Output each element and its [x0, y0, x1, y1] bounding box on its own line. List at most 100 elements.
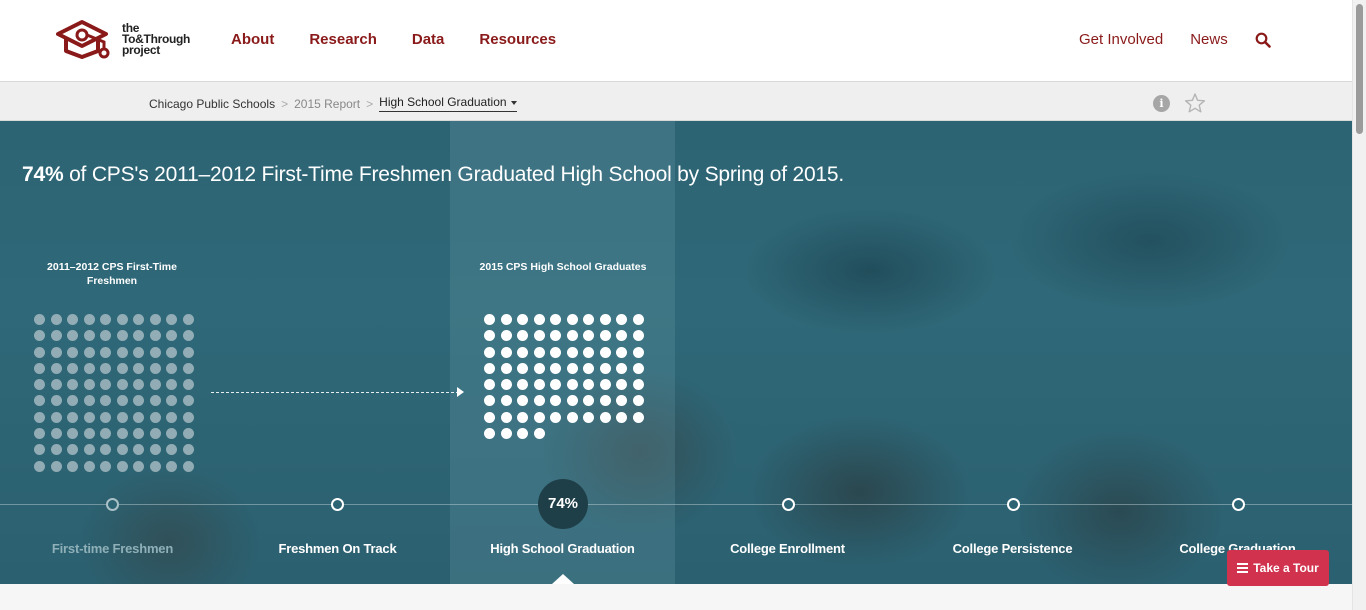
breadcrumb-item[interactable]: 2015 Report: [294, 97, 360, 111]
person-dot: [34, 411, 45, 423]
person-dot: [517, 395, 528, 407]
search-icon[interactable]: [1255, 32, 1271, 48]
page-bottom: [0, 584, 1352, 610]
timeline-step-label[interactable]: College Enrollment: [675, 541, 900, 556]
person-dot: [632, 362, 644, 374]
page-scrollbar[interactable]: [1352, 0, 1366, 610]
person-dot: [116, 395, 128, 407]
person-dot: [83, 460, 95, 472]
breadcrumb-separator: >: [366, 96, 374, 111]
person-dot: [166, 346, 177, 358]
timeline-active-value[interactable]: 74%: [538, 479, 588, 529]
person-dot: [67, 346, 78, 358]
page-title: 74% of CPS's 2011–2012 First-Time Freshm…: [22, 163, 844, 187]
person-dot: [500, 379, 512, 391]
person-dot: [484, 314, 495, 325]
person-dot: [34, 460, 45, 472]
person-dot: [517, 379, 528, 391]
person-dot: [550, 395, 561, 407]
person-dot: [100, 444, 111, 456]
person-dot: [83, 395, 95, 407]
person-dot: [616, 362, 627, 374]
person-dot: [100, 395, 111, 407]
nav-data[interactable]: Data: [412, 31, 445, 48]
breadcrumb-current-dropdown[interactable]: High School Graduation: [379, 95, 517, 112]
person-dot: [116, 379, 128, 391]
person-dot: [533, 411, 545, 423]
person-dot: [34, 428, 45, 440]
person-dot: [632, 314, 644, 325]
person-dot: [50, 330, 62, 342]
person-dot: [166, 379, 177, 391]
breadcrumb-bar: Chicago Public Schools > 2015 Report > H…: [0, 82, 1352, 121]
main-nav: About Research Data Resources: [231, 31, 556, 48]
star-icon[interactable]: [1184, 92, 1206, 114]
nav-research[interactable]: Research: [309, 31, 377, 48]
person-dot: [166, 395, 177, 407]
timeline-node-persistence[interactable]: [1007, 498, 1020, 511]
person-dot: [67, 330, 78, 342]
person-dot: [517, 314, 528, 325]
person-dot: [50, 428, 62, 440]
person-dot: [517, 330, 528, 342]
person-dot: [616, 330, 627, 342]
person-dot: [83, 314, 95, 325]
timeline-node-graduation[interactable]: [1232, 498, 1245, 511]
timeline-node-freshmen[interactable]: [106, 498, 119, 511]
person-dot: [632, 346, 644, 358]
person-dot: [116, 346, 128, 358]
person-dot: [34, 362, 45, 374]
person-dot: [116, 362, 128, 374]
person-dot: [133, 395, 144, 407]
scrollbar-thumb[interactable]: [1356, 4, 1363, 134]
person-dot: [182, 330, 194, 342]
info-icon[interactable]: i: [1153, 95, 1170, 112]
person-dot: [566, 411, 578, 423]
person-dot: [149, 395, 161, 407]
timeline-step-label[interactable]: Freshmen On Track: [225, 541, 450, 556]
person-dot: [616, 314, 627, 325]
timeline-node-on-track[interactable]: [331, 498, 344, 511]
person-dot: [100, 411, 111, 423]
person-dot: [599, 395, 611, 407]
breadcrumb: Chicago Public Schools > 2015 Report > H…: [149, 95, 517, 112]
take-a-tour-button[interactable]: Take a Tour: [1227, 550, 1329, 586]
person-dot: [133, 362, 144, 374]
person-dot: [484, 379, 495, 391]
active-step-pointer: [552, 574, 574, 584]
person-dot: [133, 314, 144, 325]
nav-news[interactable]: News: [1190, 31, 1228, 48]
nav-about[interactable]: About: [231, 31, 274, 48]
person-dot: [83, 379, 95, 391]
person-dot: [550, 362, 561, 374]
breadcrumb-item[interactable]: Chicago Public Schools: [149, 97, 275, 111]
person-dot: [166, 444, 177, 456]
person-dot: [566, 330, 578, 342]
nav-resources[interactable]: Resources: [479, 31, 556, 48]
secondary-nav: Get Involved News: [1079, 31, 1271, 48]
person-dot: [616, 395, 627, 407]
person-dot: [484, 346, 495, 358]
person-dot: [566, 379, 578, 391]
timeline-step-label[interactable]: First-time Freshmen: [0, 541, 225, 556]
person-dot: [116, 330, 128, 342]
nav-get-involved[interactable]: Get Involved: [1079, 31, 1163, 48]
person-dot: [149, 379, 161, 391]
person-dot: [50, 460, 62, 472]
person-dot: [116, 411, 128, 423]
person-dot: [583, 379, 594, 391]
timeline-node-enrollment[interactable]: [782, 498, 795, 511]
person-dot: [34, 395, 45, 407]
timeline-step-label[interactable]: High School Graduation: [450, 541, 675, 556]
person-dot: [83, 330, 95, 342]
person-dot: [133, 444, 144, 456]
timeline-step-label[interactable]: College Persistence: [900, 541, 1125, 556]
logo[interactable]: the To&Through project: [54, 18, 214, 62]
person-dot: [500, 330, 512, 342]
person-dot: [67, 362, 78, 374]
person-dot: [599, 330, 611, 342]
person-dot: [533, 395, 545, 407]
person-dot: [500, 314, 512, 325]
person-dot: [149, 444, 161, 456]
person-dot: [517, 411, 528, 423]
